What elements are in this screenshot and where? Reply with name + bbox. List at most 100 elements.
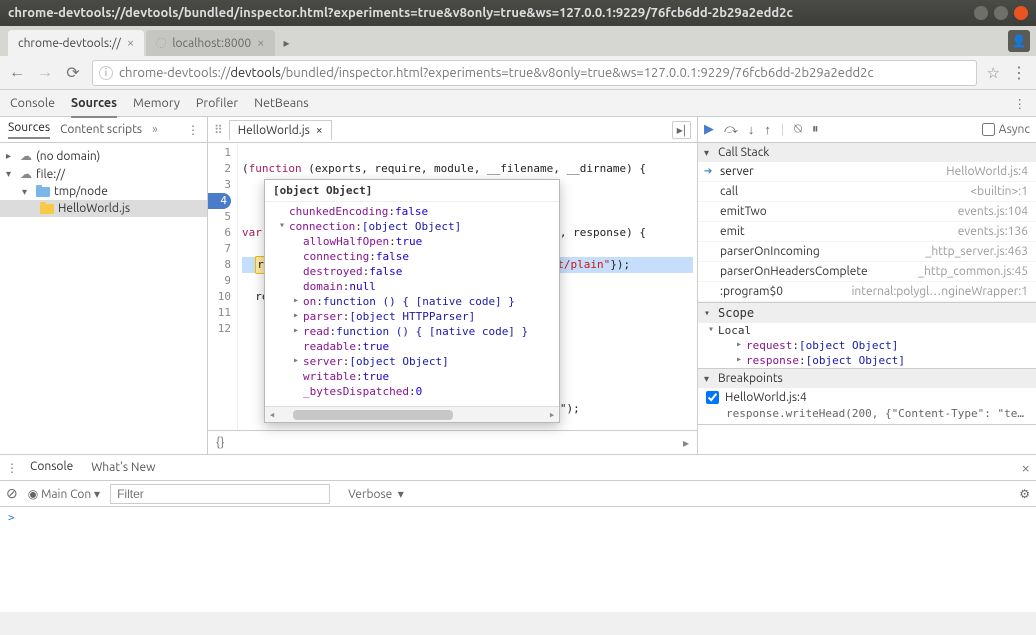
site-info-icon[interactable]: i: [99, 66, 113, 80]
tab-sources[interactable]: Sources: [71, 90, 117, 118]
profile-button[interactable]: 👤: [1008, 30, 1030, 52]
close-icon[interactable]: ×: [127, 36, 134, 50]
breakpoint-checkbox[interactable]: [706, 391, 719, 404]
call-stack-header[interactable]: ▾ Call Stack: [698, 143, 1036, 162]
cloud-icon: ☁: [20, 149, 32, 163]
scroll-right-icon[interactable]: ▸: [683, 436, 689, 450]
resume-button[interactable]: ▶: [704, 122, 714, 137]
line-gutter: 123 4 567 8910 1112: [208, 143, 238, 430]
breakpoint-label: HelloWorld.js:4: [725, 391, 807, 404]
tab-console[interactable]: Console: [10, 90, 55, 116]
close-icon[interactable]: ×: [257, 36, 264, 50]
tree-row-file-selected[interactable]: HelloWorld.js: [0, 200, 207, 217]
collapse-icon[interactable]: ▾: [279, 220, 289, 233]
collapse-icon[interactable]: ▾: [704, 308, 714, 319]
pretty-print-icon[interactable]: {}: [216, 436, 224, 449]
console-output[interactable]: >: [0, 507, 1036, 612]
tree-row-nodomain[interactable]: ▸ ☁ (no domain): [0, 147, 207, 165]
scroll-right-icon[interactable]: ▸: [545, 408, 559, 421]
call-stack-frame[interactable]: parserOnIncoming_http_server.js:463: [698, 242, 1036, 262]
scope-header[interactable]: ▾ Scope: [698, 303, 1036, 323]
back-button[interactable]: ←: [8, 63, 26, 82]
bookmark-icon[interactable]: ☆: [987, 64, 1000, 82]
editor-tabs: ⠿ HelloWorld.js × ▸|: [208, 117, 697, 143]
breakpoint-marker[interactable]: 4: [208, 193, 231, 209]
address-bar[interactable]: i chrome-devtools://devtools/bundled/ins…: [92, 60, 977, 86]
collapse-icon[interactable]: ▾: [6, 168, 16, 180]
call-stack-frame[interactable]: :program$0internal:polygl…ngineWrapper:1: [698, 282, 1036, 302]
more-tabs-icon[interactable]: »: [152, 123, 158, 136]
collapse-icon[interactable]: ▾: [704, 147, 714, 159]
menu-icon[interactable]: ⋮: [1010, 63, 1028, 82]
clear-console-icon[interactable]: ⊘: [6, 485, 18, 502]
pause-on-exceptions-button[interactable]: ⏸: [812, 122, 819, 137]
kebab-menu-icon[interactable]: ⋮: [6, 461, 18, 475]
scope-var[interactable]: ▸response: [object Object]: [698, 353, 1036, 368]
console-drawer: ⋮ Console What's New × ⊘ ◉ Main Con ▾ Ve…: [0, 454, 1036, 612]
expand-icon[interactable]: ▸: [293, 310, 303, 323]
step-into-button[interactable]: ↓: [748, 122, 755, 137]
drawer-tab-whatsnew[interactable]: What's New: [85, 458, 161, 477]
subtab-content-scripts[interactable]: Content scripts: [60, 123, 142, 136]
scope-var[interactable]: ▸request: [object Object]: [698, 338, 1036, 353]
window-maximize-button[interactable]: [994, 6, 1008, 20]
console-toolbar: ⊘ ◉ Main Con ▾ Verbose ▾ ⚙: [0, 481, 1036, 507]
breakpoints-header[interactable]: ▾ Breakpoints: [698, 369, 1036, 388]
drag-handle-icon[interactable]: ⠿: [214, 123, 223, 137]
run-snippet-icon[interactable]: ▸|: [672, 121, 691, 139]
scrollbar-thumb[interactable]: [293, 410, 453, 420]
call-stack-frame[interactable]: emitTwoevents.js:104: [698, 202, 1036, 222]
section-title: Call Stack: [718, 146, 769, 159]
step-over-button[interactable]: ⤼: [724, 122, 738, 137]
tab-netbeans[interactable]: NetBeans: [254, 90, 309, 116]
editor-file-tab[interactable]: HelloWorld.js ×: [229, 120, 332, 140]
kebab-menu-icon[interactable]: ⋮: [187, 123, 199, 137]
scope-local-row[interactable]: ▾Local: [698, 323, 1036, 338]
step-out-button[interactable]: ↑: [764, 122, 771, 137]
async-checkbox[interactable]: Async: [982, 123, 1030, 136]
call-stack-frame[interactable]: ➔ server HelloWorld.js:4: [698, 162, 1036, 182]
console-filter-input[interactable]: [110, 484, 330, 504]
close-icon[interactable]: ×: [316, 124, 323, 137]
expand-icon[interactable]: ▸: [6, 150, 16, 162]
reload-button[interactable]: ⟳: [64, 63, 82, 82]
tree-label: tmp/node: [54, 185, 108, 198]
gear-icon[interactable]: ⚙: [1019, 487, 1030, 501]
url-rest: /bundled/inspector.html?experiments=true…: [281, 66, 874, 80]
context-selector[interactable]: ◉ Main Con ▾: [28, 487, 100, 501]
browser-tab-inactive[interactable]: ◌ localhost:8000 ×: [146, 30, 274, 56]
subtab-sources[interactable]: Sources: [8, 121, 50, 139]
tab-label: localhost:8000: [172, 37, 251, 50]
browser-tab-active[interactable]: chrome-devtools:// ×: [8, 30, 144, 56]
tab-profiler[interactable]: Profiler: [196, 90, 238, 116]
new-tab-button[interactable]: ▸: [277, 30, 297, 56]
call-stack-frame[interactable]: call<builtin>:1: [698, 182, 1036, 202]
close-drawer-icon[interactable]: ×: [1022, 459, 1030, 476]
tree-row-file[interactable]: ▾ ☁ file://: [0, 165, 207, 183]
expand-icon[interactable]: ▸: [293, 325, 303, 338]
breakpoint-item[interactable]: HelloWorld.js:4: [698, 388, 1036, 407]
popup-body[interactable]: chunkedEncoding: false ▾connection: [obj…: [265, 202, 559, 406]
forward-button[interactable]: →: [36, 63, 54, 82]
url-prefix: chrome-devtools://: [119, 66, 230, 80]
call-stack-frame[interactable]: parserOnHeadersComplete_http_common.js:4…: [698, 262, 1036, 282]
kebab-menu-icon[interactable]: ⋮: [1014, 96, 1027, 111]
drawer-tab-console[interactable]: Console: [24, 457, 79, 478]
window-minimize-button[interactable]: [974, 6, 988, 20]
log-level-selector[interactable]: Verbose ▾: [348, 487, 404, 501]
deactivate-breakpoints-button[interactable]: ⍉: [794, 122, 802, 137]
collapse-icon[interactable]: ▾: [22, 186, 32, 198]
popup-scrollbar[interactable]: ◂ ▸: [265, 406, 559, 422]
collapse-icon[interactable]: ▾: [704, 373, 714, 385]
async-label: Async: [999, 123, 1030, 136]
scroll-left-icon[interactable]: ◂: [265, 408, 279, 421]
call-stack-frame[interactable]: emitevents.js:136: [698, 222, 1036, 242]
expand-icon[interactable]: ▸: [293, 355, 303, 368]
window-close-button[interactable]: [1014, 6, 1028, 20]
async-checkbox-input[interactable]: [982, 123, 995, 136]
tree-row-folder[interactable]: ▾ tmp/node: [0, 183, 207, 200]
tab-memory[interactable]: Memory: [133, 90, 180, 116]
devtools-tabs: Console Sources Memory Profiler NetBeans…: [0, 90, 1036, 117]
navigator-subtabs: Sources Content scripts » ⋮: [0, 117, 207, 143]
expand-icon[interactable]: ▸: [293, 295, 303, 308]
